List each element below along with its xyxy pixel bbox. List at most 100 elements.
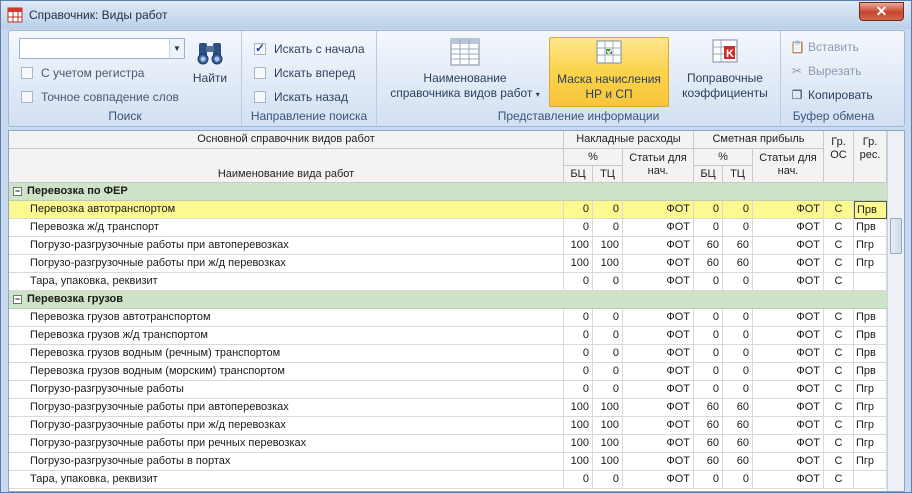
cell-gr-os[interactable]: С <box>824 399 854 417</box>
cell-nr-bc[interactable]: 0 <box>564 471 593 489</box>
cell-nr-articles[interactable]: ФОТ <box>623 453 694 471</box>
cell-sp-tc[interactable]: 60 <box>723 435 753 453</box>
cell-nr-articles[interactable]: ФОТ <box>623 435 694 453</box>
cell-sp-bc[interactable]: 60 <box>694 255 723 273</box>
exact-match-checkbox[interactable]: Точное совпадение слов <box>21 90 179 106</box>
cell-sp-articles[interactable]: ФОТ <box>753 273 824 291</box>
cell-name[interactable]: Перевозка грузов водным (морским) трансп… <box>9 363 564 381</box>
cell-nr-tc[interactable]: 0 <box>593 273 623 291</box>
cell-sp-bc[interactable]: 0 <box>694 327 723 345</box>
cell-sp-bc[interactable]: 0 <box>694 273 723 291</box>
cut-button[interactable]: ✂ Вырезать <box>790 64 861 82</box>
cell-nr-tc[interactable]: 0 <box>593 309 623 327</box>
cell-nr-articles[interactable]: ФОТ <box>623 381 694 399</box>
cell-nr-bc[interactable]: 0 <box>564 201 593 219</box>
chevron-down-icon[interactable]: ▼ <box>169 39 184 58</box>
cell-gr-res[interactable]: Прв <box>854 309 887 327</box>
cell-sp-articles[interactable]: ФОТ <box>753 255 824 273</box>
cell-sp-articles[interactable]: ФОТ <box>753 471 824 489</box>
cell-nr-articles[interactable]: ФОТ <box>623 219 694 237</box>
vertical-scrollbar[interactable] <box>887 131 904 491</box>
cell-sp-articles[interactable]: ФОТ <box>753 219 824 237</box>
cell-sp-articles[interactable]: ФОТ <box>753 327 824 345</box>
cell-sp-tc[interactable]: 60 <box>723 453 753 471</box>
cell-sp-tc[interactable]: 0 <box>723 381 753 399</box>
cell-sp-tc[interactable]: 0 <box>723 363 753 381</box>
cell-sp-articles[interactable]: ФОТ <box>753 363 824 381</box>
table-row[interactable]: Тара, упаковка, реквизит 0 0 ФОТ 0 0 ФОТ С <box>9 273 887 291</box>
cell-nr-bc[interactable]: 100 <box>564 417 593 435</box>
cell-sp-articles[interactable]: ФОТ <box>753 237 824 255</box>
cell-nr-bc[interactable]: 100 <box>564 237 593 255</box>
cell-nr-tc[interactable]: 0 <box>593 381 623 399</box>
collapse-icon[interactable]: − <box>13 295 22 304</box>
cell-name[interactable]: Перевозка автотранспортом <box>9 201 564 219</box>
cell-name[interactable]: Погрузо-разгрузочные работы при ж/д пере… <box>9 255 564 273</box>
cell-gr-res[interactable]: Прв <box>854 327 887 345</box>
cell-name[interactable]: Погрузо-разгрузочные работы при ж/д пере… <box>9 417 564 435</box>
correction-coefficients-button[interactable]: K Поправочные коэффициенты <box>673 37 777 105</box>
cell-nr-tc[interactable]: 0 <box>593 219 623 237</box>
cell-sp-tc[interactable]: 0 <box>723 201 753 219</box>
cell-sp-articles[interactable]: ФОТ <box>753 309 824 327</box>
cell-sp-tc[interactable]: 60 <box>723 417 753 435</box>
cell-name[interactable]: Погрузо-разгрузочные работы при автопере… <box>9 399 564 417</box>
cell-gr-os[interactable]: С <box>824 471 854 489</box>
cell-nr-articles[interactable]: ФОТ <box>623 273 694 291</box>
cell-nr-bc[interactable]: 100 <box>564 255 593 273</box>
cell-sp-bc[interactable]: 0 <box>694 471 723 489</box>
cell-sp-articles[interactable]: ФОТ <box>753 417 824 435</box>
cell-nr-bc[interactable]: 100 <box>564 453 593 471</box>
cell-gr-res[interactable] <box>854 471 887 489</box>
case-sensitive-checkbox[interactable]: С учетом регистра <box>21 66 144 82</box>
table-row[interactable]: Погрузо-разгрузочные работы при ж/д пере… <box>9 417 887 435</box>
search-input[interactable]: ▼ <box>19 38 185 59</box>
cell-sp-tc[interactable]: 0 <box>723 219 753 237</box>
cell-nr-bc[interactable]: 100 <box>564 399 593 417</box>
column-header-gr-os[interactable]: Гр. ОС <box>824 131 854 183</box>
cell-gr-res[interactable]: Пгр <box>854 453 887 471</box>
table-row[interactable]: Перевозка грузов автотранспортом 0 0 ФОТ 0 0 Ф… <box>9 309 887 327</box>
cell-gr-res[interactable]: Пгр <box>854 435 887 453</box>
cell-nr-tc[interactable]: 0 <box>593 345 623 363</box>
cell-nr-articles[interactable]: ФОТ <box>623 237 694 255</box>
cell-nr-bc[interactable]: 0 <box>564 381 593 399</box>
cell-nr-tc[interactable]: 0 <box>593 327 623 345</box>
cell-name[interactable]: Тара, упаковка, реквизит <box>9 471 564 489</box>
cell-sp-tc[interactable]: 0 <box>723 273 753 291</box>
table-row[interactable]: Перевозка автотранспортом 0 0 ФОТ 0 0 ФОТ С Прв <box>9 201 887 219</box>
cell-gr-os[interactable]: С <box>824 255 854 273</box>
cell-name[interactable]: Перевозка ж/д транспорт <box>9 219 564 237</box>
cell-gr-res[interactable]: Прв <box>854 219 887 237</box>
cell-nr-articles[interactable]: ФОТ <box>623 417 694 435</box>
cell-gr-res[interactable]: Пгр <box>854 399 887 417</box>
table-row[interactable]: Перевозка грузов водным (морским) трансп… <box>9 363 887 381</box>
cell-gr-res[interactable] <box>854 273 887 291</box>
table-row[interactable]: Перевозка грузов ж/д транспортом 0 0 ФОТ 0 0 Ф… <box>9 327 887 345</box>
column-header-nr-bc[interactable]: БЦ <box>564 166 593 183</box>
cell-nr-bc[interactable]: 0 <box>564 219 593 237</box>
close-button[interactable]: ✕ <box>859 2 904 21</box>
cell-sp-bc[interactable]: 60 <box>694 435 723 453</box>
cell-sp-tc[interactable]: 60 <box>723 399 753 417</box>
cell-sp-articles[interactable]: ФОТ <box>753 435 824 453</box>
column-header-sp-tc[interactable]: ТЦ <box>723 166 753 183</box>
column-header-nr-articles[interactable]: Статьи для нач. <box>623 149 694 183</box>
cell-name[interactable]: Погрузо-разгрузочные работы при автопере… <box>9 237 564 255</box>
copy-button[interactable]: ❐ Копировать <box>790 88 873 106</box>
cell-sp-bc[interactable]: 60 <box>694 237 723 255</box>
table-row[interactable]: Погрузо-разгрузочные работы при речных п… <box>9 435 887 453</box>
table-row[interactable]: Погрузо-разгрузочные работы в портах 100 1… <box>9 453 887 471</box>
cell-name[interactable]: Погрузо-разгрузочные работы в портах <box>9 453 564 471</box>
cell-nr-tc[interactable]: 100 <box>593 399 623 417</box>
cell-gr-res[interactable]: Прв <box>854 363 887 381</box>
cell-nr-bc[interactable]: 100 <box>564 435 593 453</box>
cell-nr-tc[interactable]: 100 <box>593 435 623 453</box>
cell-nr-articles[interactable]: ФОТ <box>623 399 694 417</box>
cell-nr-bc[interactable]: 0 <box>564 273 593 291</box>
cell-nr-articles[interactable]: ФОТ <box>623 363 694 381</box>
cell-nr-bc[interactable]: 0 <box>564 309 593 327</box>
cell-name[interactable]: Перевозка грузов автотранспортом <box>9 309 564 327</box>
column-header-gr-res[interactable]: Гр. рес. <box>854 131 887 183</box>
cell-gr-res[interactable]: Пгр <box>854 381 887 399</box>
